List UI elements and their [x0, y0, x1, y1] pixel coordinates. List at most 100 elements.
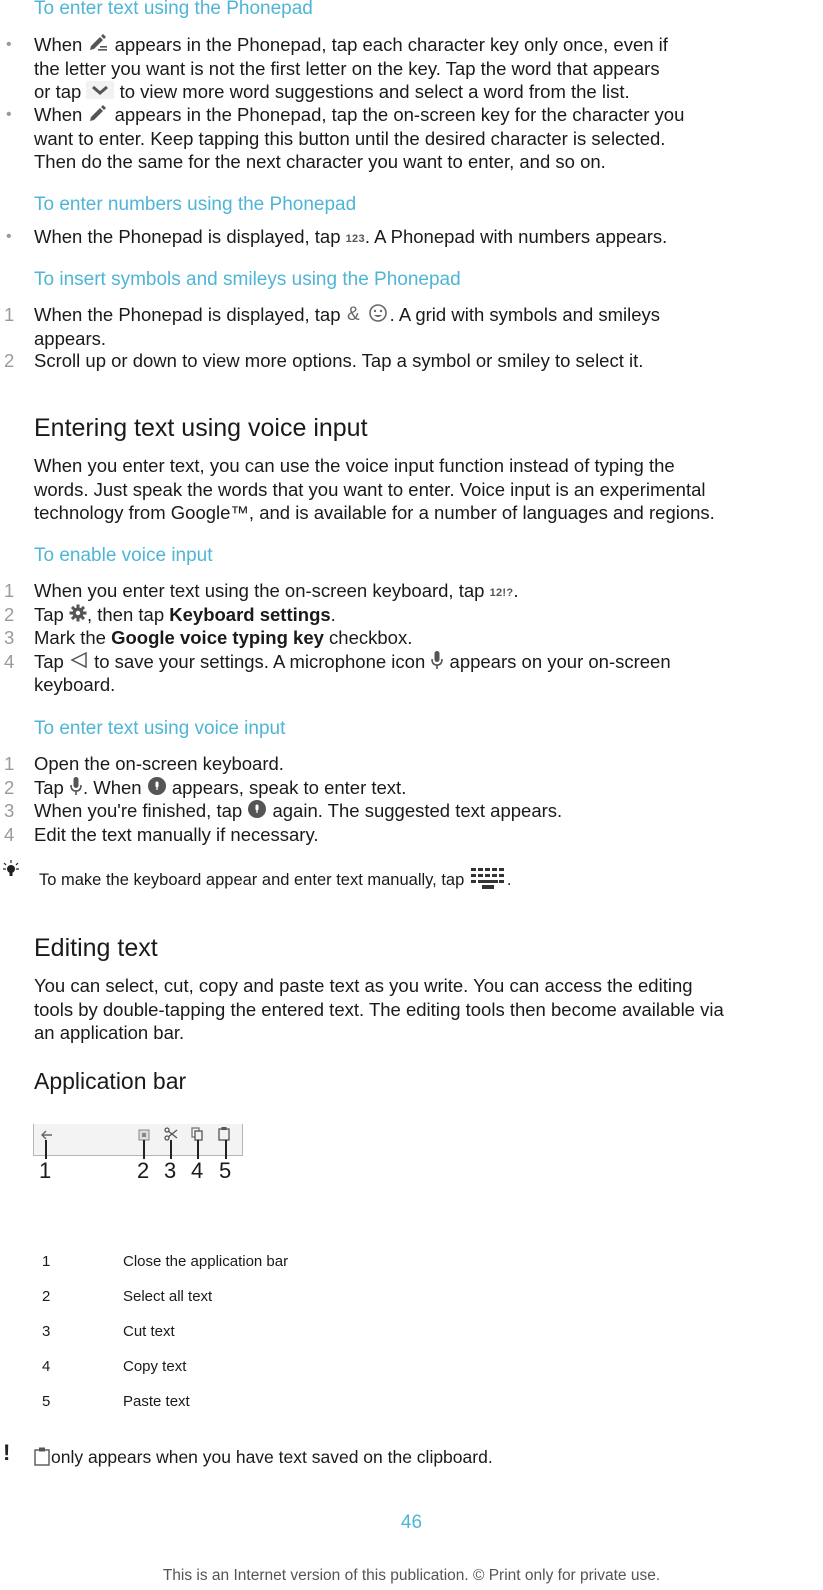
text: When — [34, 104, 88, 125]
google-voice-typing-key-label: Google voice typing key — [111, 627, 324, 648]
text: checkbox. — [323, 627, 413, 648]
paragraph-line: an application bar. — [34, 1022, 185, 1043]
back-triangle-icon — [69, 651, 89, 675]
page-number: 46 — [400, 1512, 423, 1533]
row-number: 3 — [42, 1323, 51, 1340]
callout-line — [197, 1140, 199, 1159]
row-number: 5 — [42, 1393, 51, 1410]
step-number: 2 — [4, 776, 15, 798]
text: , then tap — [86, 603, 170, 625]
footer-notice: This is an Internet version of this publ… — [162, 1567, 661, 1584]
warning-exclamation-icon: ! — [3, 1440, 11, 1465]
row-number: 4 — [42, 1358, 51, 1375]
bullet-line: or tap to view more word suggestions and… — [34, 80, 630, 105]
paste-clipboard-icon — [33, 1446, 51, 1471]
section-title-voice-input: Entering text using voice input — [34, 414, 368, 442]
recording-mic-icon — [247, 799, 267, 825]
callout-line — [45, 1140, 47, 1159]
text: . — [330, 603, 336, 625]
callout-number: 5 — [219, 1158, 232, 1183]
bullet-line: When appears in the Phonepad, tap each c… — [34, 33, 668, 59]
step-number: 3 — [4, 627, 15, 648]
heading-enter-text-voice: To enter text using voice input — [34, 718, 286, 739]
gear-icon — [69, 604, 87, 628]
row-label: Copy text — [123, 1358, 187, 1375]
text: When you're finished, tap — [34, 800, 248, 821]
text: or tap — [34, 81, 87, 102]
text: to view more word suggestions and select… — [114, 81, 630, 102]
callout-line — [143, 1140, 145, 1159]
text: Tap — [34, 776, 69, 798]
bullet-marker: • — [6, 106, 12, 123]
step-line: Tap to save your settings. A microphone … — [34, 650, 671, 676]
text: . When — [82, 776, 147, 798]
bullet-line: When appears in the Phonepad, tap the on… — [34, 103, 684, 129]
back-arrow-icon — [40, 1128, 54, 1146]
step-number: 1 — [4, 304, 15, 325]
pen-icon — [87, 103, 109, 129]
step-line: appears. — [34, 327, 106, 349]
callout-number: 4 — [191, 1158, 204, 1183]
text: To make the keyboard appear and enter te… — [39, 870, 469, 889]
heading-enter-numbers-phonepad: To enter numbers using the Phonepad — [34, 194, 357, 215]
paragraph-line: You can select, cut, copy and paste text… — [34, 975, 693, 996]
heading-enter-text-phonepad: To enter text using the Phonepad — [34, 0, 313, 19]
paragraph-line: words. Just speak the words that you wan… — [34, 478, 706, 500]
tip-text: To make the keyboard appear and enter te… — [39, 866, 511, 895]
bullet-line: When the Phonepad is displayed, tap 123.… — [34, 225, 667, 252]
keyboard-settings-label: Keyboard settings — [169, 603, 331, 625]
keyboard-icon — [469, 866, 507, 895]
step-number: 1 — [4, 753, 15, 774]
text: to save your settings. A microphone icon — [88, 650, 431, 672]
callout-number: 2 — [137, 1158, 150, 1183]
text: When you enter text using the on-screen … — [34, 580, 490, 601]
chevron-down-icon — [86, 81, 115, 105]
text: appears on your on-screen — [444, 650, 671, 672]
paste-clipboard-icon — [218, 1126, 230, 1146]
step-line: When the Phonepad is displayed, tap & . A… — [34, 303, 660, 329]
step-number: 3 — [4, 800, 15, 821]
heading-enable-voice-input: To enable voice input — [34, 545, 213, 566]
microphone-icon — [430, 650, 444, 676]
tip-lightbulb-icon — [3, 860, 19, 883]
step-line: When you're finished, tap again. The sug… — [34, 799, 562, 825]
ampersand-smiley-icon: & — [346, 303, 390, 329]
text: only appears when you have text saved on… — [51, 1447, 493, 1468]
section-title-editing-text: Editing text — [34, 934, 158, 962]
step-number: 4 — [4, 823, 15, 845]
callout-line — [170, 1140, 172, 1159]
text: . A Phonepad with numbers appears. — [364, 226, 668, 247]
row-number: 2 — [42, 1288, 51, 1305]
step-line: Edit the text manually if necessary. — [34, 823, 319, 845]
row-label: Close the application bar — [123, 1253, 289, 1270]
step-number: 2 — [4, 603, 15, 625]
step-line: keyboard. — [34, 674, 116, 695]
paragraph-line: When you enter text, you can use the voi… — [34, 455, 675, 476]
bullet-line: want to enter. Keep tapping this button … — [34, 127, 666, 149]
text: Mark the — [34, 627, 112, 648]
svg-text:&: & — [347, 304, 360, 323]
text: . A grid with symbols and smileys — [389, 304, 661, 325]
bullet-line: the letter you want is not the first let… — [34, 57, 660, 79]
application-bar-illustration — [33, 1124, 243, 1156]
text: . — [506, 870, 512, 889]
step-number: 4 — [4, 650, 15, 672]
bullet-marker: • — [6, 228, 12, 245]
microphone-icon — [69, 776, 83, 802]
text: . — [513, 580, 519, 601]
callout-number: 3 — [164, 1158, 177, 1183]
callout-number: 1 — [39, 1158, 52, 1183]
step-number: 1 — [4, 580, 15, 601]
row-number: 1 — [42, 1253, 51, 1270]
note-text: only appears when you have text saved on… — [33, 1446, 493, 1471]
step-line: Mark the Google voice typing key checkbo… — [34, 626, 412, 650]
text: again. The suggested text appears. — [267, 800, 563, 821]
text: Tap — [34, 650, 69, 672]
row-label: Cut text — [123, 1323, 175, 1340]
text: Tap — [34, 603, 69, 625]
step-number: 2 — [4, 350, 15, 371]
row-label: Paste text — [123, 1393, 190, 1410]
heading-application-bar: Application bar — [34, 1068, 187, 1094]
step-line: Scroll up or down to view more options. … — [34, 350, 644, 371]
step-line: Tap , then tap Keyboard settings. — [34, 603, 336, 628]
